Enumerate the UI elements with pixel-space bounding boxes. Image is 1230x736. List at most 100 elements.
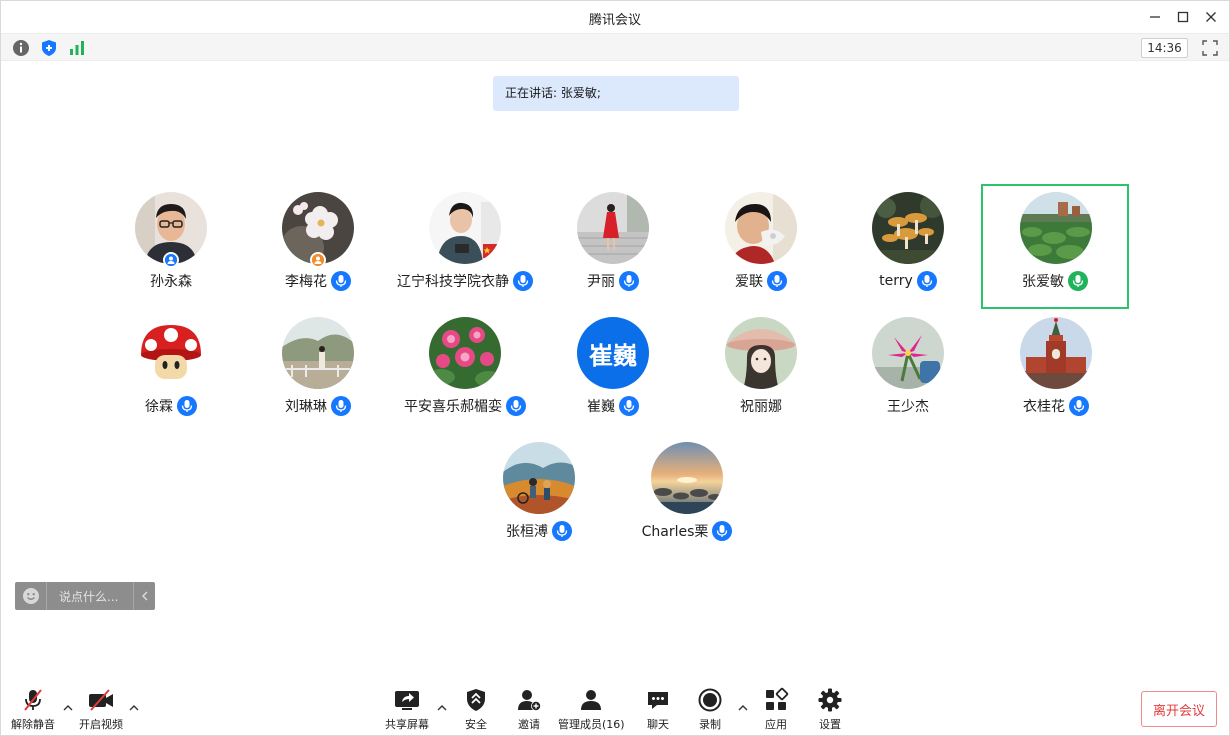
chevron-up-icon xyxy=(63,704,73,710)
participant-name-row: terry xyxy=(835,270,981,292)
participant-tile[interactable]: 尹丽 xyxy=(540,186,686,310)
gear-icon xyxy=(818,688,842,712)
signal-icon xyxy=(70,41,84,55)
participant-tile[interactable]: 刘琳琳 xyxy=(245,311,391,435)
participant-tile[interactable]: 张桓溥 xyxy=(466,436,612,560)
maximize-button[interactable] xyxy=(1173,7,1193,27)
mic-icon[interactable] xyxy=(767,271,787,291)
chat-input[interactable]: 说点什么... xyxy=(15,582,155,610)
participant-tile[interactable]: 衣桂花 xyxy=(983,311,1129,435)
audio-options-caret[interactable] xyxy=(62,701,74,713)
participant-name: 衣桂花 xyxy=(1023,399,1065,415)
close-icon xyxy=(1206,12,1216,22)
fullscreen-button[interactable] xyxy=(1201,39,1219,57)
mic-icon[interactable] xyxy=(331,396,351,416)
start-video-button[interactable]: 开启视频 xyxy=(79,687,123,733)
participant-name: 尹丽 xyxy=(587,274,615,290)
security-status-button[interactable] xyxy=(40,39,58,57)
participant-tile[interactable]: 王少杰 xyxy=(835,311,981,435)
participant-name: 祝丽娜 xyxy=(740,399,782,415)
emoji-button[interactable] xyxy=(15,582,47,610)
share-screen-button[interactable]: 共享屏幕 xyxy=(385,687,429,733)
participant-name-row: 崔巍 xyxy=(540,395,686,417)
participant-tile[interactable]: 徐霖 xyxy=(98,311,244,435)
avatar xyxy=(725,192,797,264)
mic-icon[interactable] xyxy=(712,521,733,541)
security-button[interactable]: 安全 xyxy=(461,687,491,733)
mic-icon[interactable] xyxy=(619,271,639,291)
close-button[interactable] xyxy=(1201,7,1221,27)
mic-icon[interactable] xyxy=(619,396,639,416)
mic-icon[interactable] xyxy=(331,271,351,291)
chevron-up-icon xyxy=(129,704,139,710)
participant-name-row: 李梅花 xyxy=(245,270,391,292)
chevron-left-icon xyxy=(141,591,147,601)
window-title: 腾讯会议 xyxy=(588,13,641,28)
participant-tile[interactable]: Charles栗 xyxy=(614,436,760,560)
mic-icon[interactable] xyxy=(177,396,197,416)
participant-name-row: 衣桂花 xyxy=(983,395,1129,417)
leave-meeting-button[interactable]: 离开会议 xyxy=(1141,691,1217,727)
participant-tile[interactable]: 崔巍 崔巍 xyxy=(540,311,686,435)
mic-speaking-icon[interactable] xyxy=(1068,271,1088,291)
participant-tile[interactable]: 祝丽娜 xyxy=(688,311,834,435)
participant-tile[interactable]: 爱联 xyxy=(688,186,834,310)
chevron-up-icon xyxy=(738,704,748,710)
avatar xyxy=(872,192,944,264)
video-options-caret[interactable] xyxy=(128,701,140,713)
participant-tile[interactable]: terry xyxy=(835,186,981,310)
avatar xyxy=(577,192,649,264)
participant-name-row: 平安喜乐郝楣娈 xyxy=(392,395,538,417)
invite-button[interactable]: 邀请 xyxy=(514,687,544,733)
participant-tile[interactable]: 李梅花 xyxy=(245,186,391,310)
security-shield-icon xyxy=(467,689,485,711)
avatar xyxy=(429,317,501,389)
chat-placeholder: 说点什么... xyxy=(59,589,119,604)
record-icon xyxy=(698,688,722,712)
avatar xyxy=(651,442,723,514)
mic-muted-icon xyxy=(24,689,42,711)
shield-icon xyxy=(42,40,56,56)
participant-name: 爱联 xyxy=(735,274,763,290)
collapse-chat-button[interactable] xyxy=(133,582,155,610)
participant-name-row: 辽宁科技学院衣静 xyxy=(392,270,538,292)
mic-icon[interactable] xyxy=(513,271,533,291)
participant-tile[interactable]: 孙永森 xyxy=(98,186,244,310)
participant-name-row: 张桓溥 xyxy=(466,520,612,542)
participant-name: 平安喜乐郝楣娈 xyxy=(404,399,502,415)
participant-name: 张爱敏 xyxy=(1022,274,1064,290)
manage-members-button[interactable]: 管理成员(16) xyxy=(558,687,625,733)
participant-name: 张桓溥 xyxy=(506,524,548,540)
share-options-caret[interactable] xyxy=(436,701,448,713)
meeting-window: 腾讯会议 14:36 正在讲话: 张爱敏; 孙永森 李梅花 辽宁科技学院衣静 尹丽 爱联… xyxy=(0,0,1230,736)
apps-button[interactable]: 应用 xyxy=(761,687,791,733)
avatar xyxy=(282,317,354,389)
participant-tile[interactable]: 辽宁科技学院衣静 xyxy=(392,186,538,310)
maximize-icon xyxy=(1177,11,1189,23)
participant-name-row: 刘琳琳 xyxy=(245,395,391,417)
mic-icon[interactable] xyxy=(916,271,937,291)
participant-tile[interactable]: 张爱敏 xyxy=(981,184,1129,309)
minimize-button[interactable] xyxy=(1145,7,1165,27)
avatar-initials: 崔巍 xyxy=(577,317,649,389)
avatar xyxy=(872,317,944,389)
unmute-button[interactable]: 解除静音 xyxy=(11,687,55,733)
network-status-button[interactable] xyxy=(68,39,86,57)
settings-button[interactable]: 设置 xyxy=(815,687,845,733)
avatar xyxy=(1020,192,1092,264)
chat-button[interactable]: 聊天 xyxy=(643,687,673,733)
participant-name-row: 祝丽娜 xyxy=(688,395,834,417)
host-badge-icon xyxy=(163,252,179,268)
participant-name: 刘琳琳 xyxy=(285,399,327,415)
meeting-clock: 14:36 xyxy=(1141,38,1188,58)
participant-name-row: 爱联 xyxy=(688,270,834,292)
record-button[interactable]: 录制 xyxy=(695,687,725,733)
record-options-caret[interactable] xyxy=(737,701,749,713)
mic-icon[interactable] xyxy=(1069,396,1089,416)
participant-tile[interactable]: 平安喜乐郝楣娈 xyxy=(392,311,538,435)
mic-icon[interactable] xyxy=(506,396,526,416)
participant-name-row: Charles栗 xyxy=(614,520,760,542)
meeting-info-button[interactable] xyxy=(12,39,30,57)
participant-name: Charles栗 xyxy=(641,524,709,540)
mic-icon[interactable] xyxy=(552,521,572,541)
